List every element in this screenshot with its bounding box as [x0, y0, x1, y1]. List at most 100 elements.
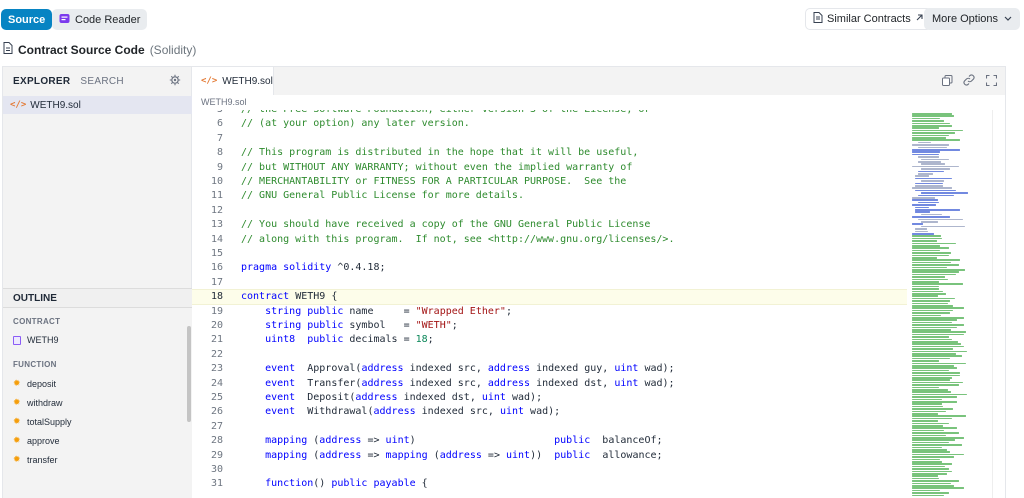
- minimap-line: [915, 177, 953, 180]
- tab-search[interactable]: SEARCH: [80, 76, 123, 87]
- outline-function-item[interactable]: ✹ totalSupply: [13, 416, 72, 427]
- minimap[interactable]: [912, 110, 972, 498]
- code-line[interactable]: 11 // GNU General Public License for more…: [192, 189, 907, 203]
- minimap-line: [912, 468, 950, 470]
- minimap-line: [912, 357, 951, 360]
- code-line[interactable]: 12: [192, 204, 907, 218]
- code-line[interactable]: 18 contract WETH9 {: [192, 289, 907, 306]
- code-line[interactable]: 23 event Approval(address indexed src, a…: [192, 362, 907, 376]
- minimap-line: [912, 434, 947, 437]
- code-reader-button[interactable]: Code Reader: [52, 9, 148, 30]
- code-line[interactable]: 5 // the Free Software Foundation, either…: [192, 110, 907, 117]
- code-token: WETH9 {: [289, 291, 338, 303]
- tab-explorer[interactable]: EXPLORER: [13, 76, 70, 87]
- outline-function-item[interactable]: ✹ withdraw: [13, 397, 63, 408]
- code-line[interactable]: 30: [192, 463, 907, 477]
- minimap-line: [912, 487, 964, 489]
- code-line[interactable]: 6 // (at your option) any later version.: [192, 117, 907, 131]
- explorer-file-item[interactable]: </> WETH9.sol: [3, 96, 192, 114]
- minimap-line: [918, 218, 963, 221]
- code-line[interactable]: 31 function() public payable {: [192, 477, 907, 491]
- code-line[interactable]: 25 event Deposit(address indexed dst, ui…: [192, 391, 907, 405]
- minimap-line: [912, 245, 940, 247]
- outline-function-item[interactable]: ✹ approve: [13, 435, 60, 446]
- code-token: (): [313, 478, 332, 490]
- minimap-line: [912, 151, 940, 153]
- vertical-scrollbar[interactable]: [992, 110, 1002, 498]
- code-token: (: [307, 449, 320, 461]
- minimap-line: [912, 453, 964, 456]
- fullscreen-icon[interactable]: [985, 74, 997, 86]
- code-line[interactable]: 16 pragma solidity ^0.4.18;: [192, 261, 907, 275]
- minimap-line: [912, 391, 951, 393]
- code-token: =>: [361, 449, 386, 461]
- outline-function-item[interactable]: ✹ transfer: [13, 454, 58, 465]
- code-line[interactable]: 27: [192, 420, 907, 434]
- code-line[interactable]: 8 // This program is distributed in the h…: [192, 146, 907, 160]
- code-line[interactable]: 22: [192, 348, 907, 362]
- function-icon: ✹: [13, 378, 21, 388]
- outline-scrollbar[interactable]: [187, 326, 191, 422]
- code-token: ;: [451, 320, 458, 331]
- minimap-line: [912, 362, 967, 365]
- minimap-line: [912, 237, 942, 240]
- more-options-button[interactable]: More Options: [924, 8, 1021, 30]
- code-line[interactable]: 9 // but WITHOUT ANY WARRANTY; without ev…: [192, 161, 907, 175]
- minimap-line: [912, 324, 965, 326]
- code-token: uint: [506, 449, 531, 461]
- code-token: address: [373, 406, 416, 418]
- outline-contract-item[interactable]: WETH9: [13, 335, 59, 345]
- code-line[interactable]: 26 event Withdrawal(address indexed src,…: [192, 405, 907, 419]
- minimap-line: [921, 163, 946, 165]
- similar-contracts-button[interactable]: Similar Contracts: [805, 8, 932, 30]
- code-token: indexed src,: [415, 406, 500, 418]
- code-line[interactable]: 29 mapping (address => mapping (address …: [192, 449, 907, 463]
- code-line[interactable]: 13 // You should have received a copy of …: [192, 218, 907, 232]
- minimap-line: [912, 153, 939, 156]
- code-line[interactable]: 17: [192, 276, 907, 290]
- minimap-line: [912, 374, 961, 377]
- code-line[interactable]: 28 mapping (address => uint) public bala…: [192, 434, 907, 448]
- link-icon[interactable]: [963, 74, 975, 86]
- outline-function-item[interactable]: ✹ deposit: [13, 378, 56, 389]
- code-text: function() public payable {: [241, 477, 428, 491]
- code-token: 18: [415, 334, 428, 346]
- minimap-line: [912, 129, 964, 132]
- editor-tab-weth9[interactable]: </> WETH9.sol: [192, 67, 274, 95]
- code-reader-label: Code Reader: [75, 13, 141, 26]
- copy-icon[interactable]: [941, 74, 953, 86]
- code-line[interactable]: 20 string public symbol = "WETH";: [192, 319, 907, 333]
- breadcrumb[interactable]: WETH9.sol: [201, 97, 247, 107]
- code-line[interactable]: 21 uint8 public decimals = 18;: [192, 333, 907, 347]
- code-line[interactable]: 7: [192, 132, 907, 146]
- code-lines[interactable]: 5 // the Free Software Foundation, either…: [192, 110, 907, 498]
- code-token: allowance;: [590, 449, 663, 461]
- code-token: string public: [265, 320, 344, 331]
- code-token: Deposit(: [295, 392, 356, 403]
- line-number: 26: [210, 406, 223, 418]
- minimap-line: [912, 235, 942, 237]
- code-token: name =: [343, 305, 416, 317]
- minimap-line: [912, 451, 950, 453]
- code-line[interactable]: 14 // along with this program. If not, se…: [192, 233, 907, 247]
- code-line[interactable]: 10 // MERCHANTABILITY or FITNESS FOR A PA…: [192, 175, 907, 189]
- outline-header[interactable]: OUTLINE: [3, 288, 192, 308]
- gear-icon[interactable]: [169, 74, 181, 86]
- code-reader-icon: [59, 13, 70, 27]
- function-icon: ✹: [13, 416, 21, 426]
- minimap-line: [912, 281, 940, 283]
- minimap-line: [912, 269, 965, 271]
- source-button[interactable]: Source: [1, 9, 53, 30]
- minimap-line: [912, 480, 960, 482]
- minimap-line: [912, 257, 938, 259]
- code-line[interactable]: 24 event Transfer(address indexed src, a…: [192, 377, 907, 391]
- code-line[interactable]: 15: [192, 247, 907, 261]
- code-line[interactable]: 19 string public name = "Wrapped Ether";: [192, 305, 907, 319]
- minimap-line: [912, 312, 950, 314]
- code-token: public: [554, 449, 591, 461]
- minimap-line: [915, 185, 943, 187]
